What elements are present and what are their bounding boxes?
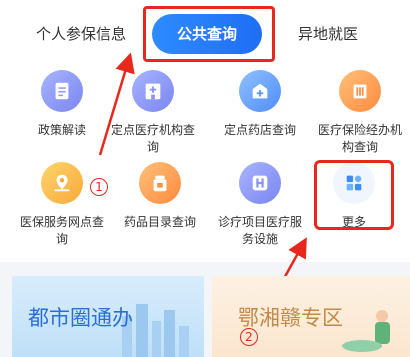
metro-area-title: 都市圈通办 xyxy=(28,306,133,330)
hubei-hunan-jiangxi-title: 鄂湘赣专区 xyxy=(238,306,343,330)
metro-area-banner[interactable]: 都市圈通办 xyxy=(12,276,204,357)
hubei-hunan-jiangxi-banner[interactable]: 鄂湘赣专区 2 xyxy=(212,276,410,357)
public-query-card: 个人参保信息 公共查询 异地就医 政策解读 定点医疗机构查询 定点药店查询 医疗… xyxy=(0,0,410,319)
annotation-2: 2 xyxy=(240,328,258,346)
